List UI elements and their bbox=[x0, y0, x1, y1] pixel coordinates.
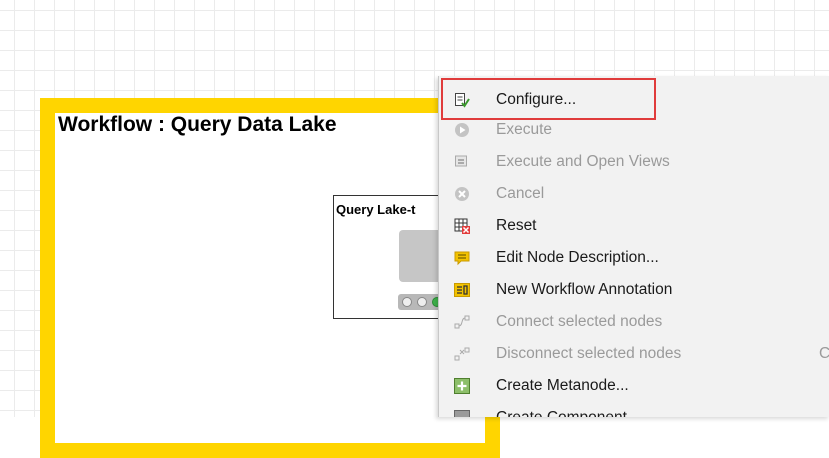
execute-icon bbox=[455, 123, 469, 137]
context-menu: Configure... Execute Execute and Open Vi… bbox=[438, 76, 829, 417]
annotation-icon bbox=[454, 283, 470, 297]
menu-item-label: Cancel bbox=[496, 185, 545, 202]
workflow-title: Workflow : Query Data Lake bbox=[58, 113, 337, 136]
menu-item-label: Execute bbox=[496, 121, 553, 138]
menu-item-shortcut: C bbox=[819, 345, 829, 363]
menu-item-connect-selected-nodes[interactable]: Connect selected nodes bbox=[439, 306, 829, 338]
menu-item-reset[interactable]: Reset bbox=[439, 210, 829, 242]
configure-highlight-box bbox=[441, 78, 656, 120]
menu-item-edit-node-description[interactable]: Edit Node Description... bbox=[439, 242, 829, 274]
menu-item-new-workflow-annotation[interactable]: New Workflow Annotation bbox=[439, 274, 829, 306]
menu-item-label: Connect selected nodes bbox=[496, 313, 663, 330]
create-component-icon bbox=[454, 410, 470, 417]
create-metanode-icon bbox=[454, 378, 470, 394]
menu-item-cancel[interactable]: Cancel bbox=[439, 178, 829, 210]
menu-item-disconnect-selected-nodes[interactable]: Disconnect selected nodes C bbox=[439, 338, 829, 370]
menu-item-label: Create Component... bbox=[496, 409, 640, 417]
menu-item-label: Create Metanode... bbox=[496, 377, 629, 394]
menu-item-label: Execute and Open Views bbox=[496, 153, 670, 170]
disconnect-nodes-icon bbox=[454, 347, 470, 361]
node-label: Query Lake-t bbox=[336, 202, 416, 217]
connect-nodes-icon bbox=[454, 315, 470, 329]
reset-icon bbox=[454, 218, 470, 234]
menu-item-label: Disconnect selected nodes bbox=[496, 345, 682, 362]
edit-description-icon bbox=[454, 251, 470, 266]
menu-item-label: Reset bbox=[496, 217, 537, 234]
execute-open-views-icon bbox=[455, 155, 467, 167]
cancel-icon bbox=[455, 187, 469, 201]
menu-item-label: New Workflow Annotation bbox=[496, 281, 673, 298]
menu-item-create-component[interactable]: Create Component... bbox=[439, 402, 829, 417]
status-light-yellow-icon bbox=[417, 297, 427, 307]
status-light-red-icon bbox=[402, 297, 412, 307]
menu-item-create-metanode[interactable]: Create Metanode... bbox=[439, 370, 829, 402]
menu-item-execute-open-views[interactable]: Execute and Open Views bbox=[439, 146, 829, 178]
menu-item-label: Edit Node Description... bbox=[496, 249, 659, 266]
